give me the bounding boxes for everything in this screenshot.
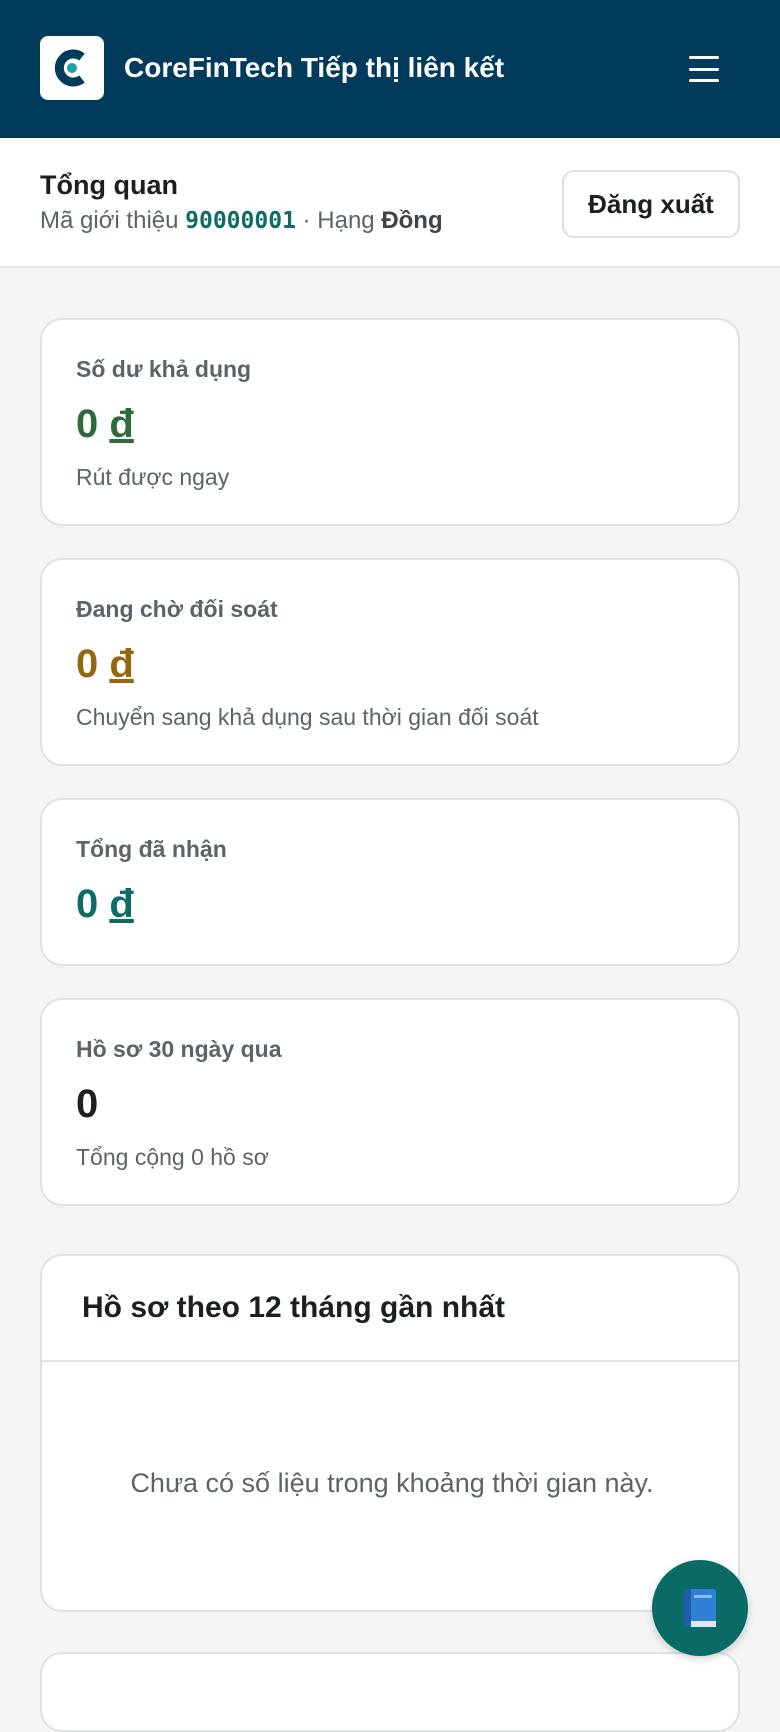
overview-header: Tổng quan Mã giới thiệu 90000001 · Hạng …	[0, 138, 780, 268]
referral-label: Mã giới thiệu	[40, 207, 179, 234]
stat-label: Số dư khả dụng	[76, 356, 252, 382]
stat-value: 0 đ	[76, 400, 134, 448]
stat-amount: 0	[76, 402, 99, 446]
currency-symbol: đ	[109, 402, 134, 446]
referral-code[interactable]: 90000001	[185, 208, 296, 234]
stat-card-available-balance: Số dư khả dụng 0 đ Rút được ngay	[40, 318, 740, 526]
rank-label: Hạng	[317, 207, 375, 234]
menu-line	[689, 56, 719, 59]
stat-note: Rút được ngay	[76, 464, 230, 490]
stat-label: Đang chờ đối soát	[76, 596, 278, 622]
stat-card-pending-reconciliation: Đang chờ đối soát 0 đ Chuyển sang khả dụ…	[40, 558, 740, 766]
stat-amount: 0	[76, 642, 99, 686]
stat-value: 0	[76, 1080, 98, 1128]
guide-fab-button[interactable]	[652, 1560, 748, 1656]
rank-value: Đồng	[381, 207, 443, 234]
stat-value: 0 đ	[76, 640, 134, 688]
referral-line: Mã giới thiệu 90000001 · Hạng Đồng	[40, 206, 443, 236]
menu-line	[689, 67, 719, 71]
hamburger-menu-icon[interactable]	[680, 48, 728, 90]
stat-card-records-30-days: Hồ sơ 30 ngày qua 0 Tổng cộng 0 hồ sơ	[40, 998, 740, 1206]
currency-symbol: đ	[109, 882, 134, 926]
stat-note: Tổng cộng 0 hồ sơ	[76, 1144, 269, 1170]
app-title: CoreFinTech Tiếp thị liên kết	[124, 52, 505, 83]
logout-button[interactable]: Đăng xuất	[562, 170, 740, 238]
separator: ·	[302, 207, 311, 234]
empty-state-message: Chưa có số liệu trong khoảng thời gian n…	[130, 1468, 654, 1498]
currency-symbol: đ	[109, 642, 134, 686]
top-app-bar: CoreFinTech Tiếp thị liên kết	[0, 0, 780, 138]
next-card	[40, 1652, 740, 1732]
stat-value: 0 đ	[76, 880, 134, 928]
monthly-records-card: Hồ sơ theo 12 tháng gần nhất Chưa có số …	[40, 1254, 740, 1612]
stat-label: Tổng đã nhận	[76, 836, 227, 862]
card-title: Hồ sơ theo 12 tháng gần nhất	[42, 1256, 738, 1362]
stat-card-total-received: Tổng đã nhận 0 đ	[40, 798, 740, 966]
stat-note: Chuyển sang khả dụng sau thời gian đối s…	[76, 704, 539, 730]
menu-line	[689, 79, 719, 82]
corefintech-logo-icon[interactable]	[40, 36, 104, 100]
book-icon	[684, 1589, 716, 1627]
stat-amount: 0	[76, 1082, 99, 1126]
page-title: Tổng quan	[40, 170, 178, 200]
stat-label: Hồ sơ 30 ngày qua	[76, 1036, 282, 1062]
stat-amount: 0	[76, 882, 99, 926]
